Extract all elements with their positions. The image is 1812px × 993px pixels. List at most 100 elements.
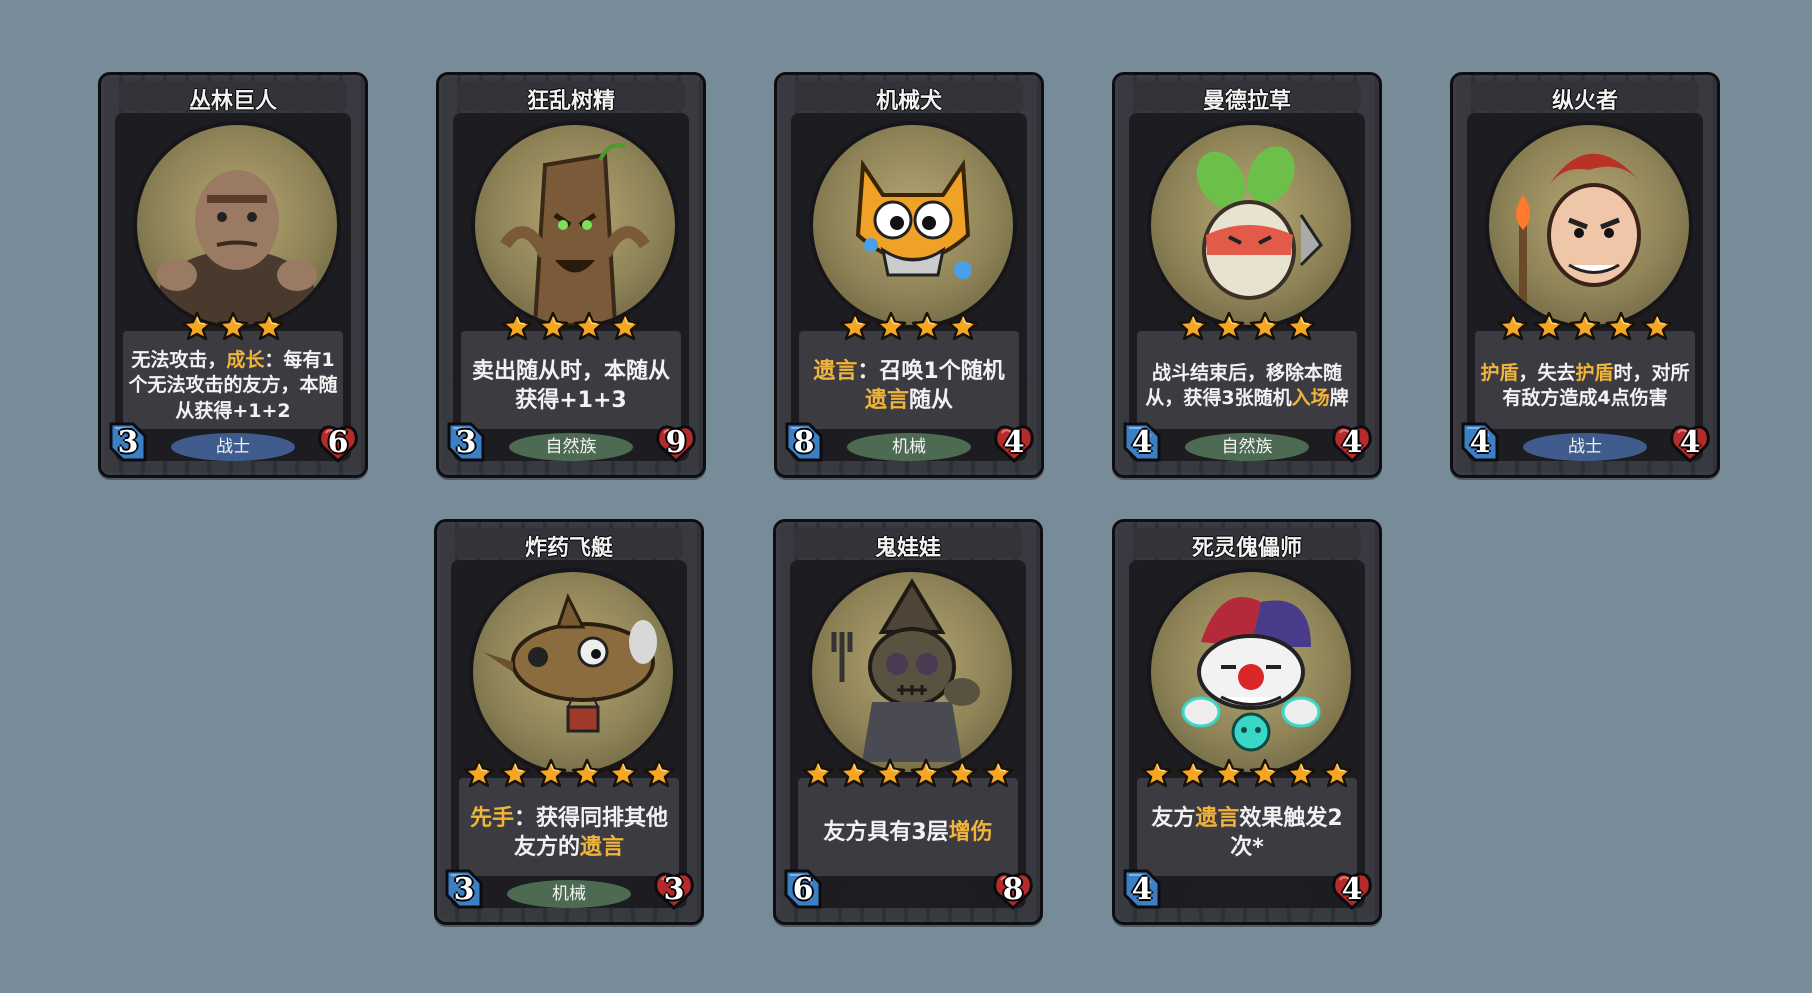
star-rating [1453, 311, 1717, 341]
star-icon [802, 758, 834, 788]
jungle-giant-portrait [133, 121, 341, 329]
keyword-text: 成长 [226, 349, 265, 372]
star-icon [874, 758, 906, 788]
card-name: 狂乱树精 [526, 89, 615, 114]
star-icon [1177, 311, 1209, 341]
minion-card-necro-puppeteer[interactable]: 死灵傀儡师 友方遗言效果触发2次* 4 4 [1112, 519, 1382, 925]
attack-stat: 4 [1121, 867, 1163, 911]
health-stat: 6 [317, 420, 359, 464]
star-icon [571, 758, 603, 788]
voodoo-doll-portrait [808, 568, 1016, 776]
mandrake-portrait [1147, 121, 1355, 329]
star-icon [1497, 311, 1529, 341]
card-description: 战斗结束后，移除本随从，获得3张随机入场牌 [1141, 343, 1353, 429]
minion-card-mech-dog[interactable]: 机械犬 遗言：召唤1个随机遗言随从 机械 8 4 [774, 72, 1044, 478]
keyword-text: 护盾 [1575, 361, 1614, 384]
star-rating [437, 758, 701, 788]
health-value: 4 [1003, 425, 1025, 460]
minion-card-treant[interactable]: 狂乱树精 卖出随从时，本随从获得+1+3 自然族 3 9 [436, 72, 706, 478]
star-icon [838, 758, 870, 788]
tribe-badge [846, 880, 970, 908]
attack-stat: 4 [1121, 420, 1163, 464]
attack-value: 4 [1131, 872, 1153, 907]
keyword-text: 增伤 [948, 820, 993, 846]
star-icon [607, 758, 639, 788]
star-icon [1285, 758, 1317, 788]
attack-stat: 8 [783, 420, 825, 464]
health-value: 3 [663, 872, 685, 907]
description-text: 随从 [909, 388, 954, 413]
star-icon [463, 758, 495, 788]
minion-card-voodoo-doll[interactable]: 鬼娃娃 友方具有3层增伤 6 8 [773, 519, 1043, 925]
star-icon [643, 758, 675, 788]
card-name: 曼德拉草 [1202, 89, 1291, 114]
description-text: 无法攻击， [131, 349, 227, 372]
card-name: 纵火者 [1551, 89, 1618, 114]
attack-value: 3 [455, 425, 477, 460]
keyword-text: 入场 [1291, 387, 1330, 409]
mech-dog-portrait [809, 121, 1017, 329]
description-text: ：召唤1个随机 [857, 358, 1005, 384]
star-icon [217, 311, 249, 341]
description-text: 牌 [1329, 387, 1349, 409]
minion-card-arsonist[interactable]: 纵火者 护盾，失去护盾时，对所有敌方造成4点伤害 战士 4 4 [1450, 72, 1720, 478]
star-icon [1249, 311, 1281, 341]
health-stat: 4 [1331, 420, 1373, 464]
treant-portrait [471, 121, 679, 329]
health-stat: 4 [1669, 420, 1711, 464]
tribe-badge [1185, 880, 1309, 908]
star-icon [982, 758, 1014, 788]
attack-value: 8 [793, 425, 815, 460]
attack-value: 4 [1131, 425, 1153, 460]
tribe-badge: 战士 [1523, 433, 1647, 461]
keyword-text: 护盾 [1480, 361, 1519, 384]
star-rating [777, 311, 1041, 341]
card-description: 无法攻击，成长：每有1个无法攻击的友方，本随从获得+1+2 [127, 343, 339, 429]
keyword-text: 遗言 [813, 358, 858, 384]
description-text: 友方具有3层 [823, 820, 949, 846]
star-icon [1249, 758, 1281, 788]
attack-stat: 3 [107, 420, 149, 464]
blimp-portrait [469, 568, 677, 776]
star-icon [1569, 311, 1601, 341]
card-description: 先手：获得同排其他友方的遗言 [463, 790, 675, 876]
card-description: 卖出随从时，本随从获得+1+3 [465, 343, 677, 429]
attack-stat: 4 [1459, 420, 1501, 464]
health-value: 4 [1679, 425, 1701, 460]
star-icon [1605, 311, 1637, 341]
description-text: ，失去 [1518, 361, 1576, 384]
card-name: 机械犬 [875, 89, 942, 114]
minion-card-mandrake[interactable]: 曼德拉草 战斗结束后，移除本随从，获得3张随机入场牌 自然族 4 4 [1112, 72, 1382, 478]
star-rating [1115, 758, 1379, 788]
star-icon [181, 311, 213, 341]
minion-card-blimp[interactable]: 炸药飞艇 先手：获得同排其他友方的遗言 机械 3 3 [434, 519, 704, 925]
arsonist-portrait [1485, 121, 1693, 329]
attack-stat: 3 [443, 867, 485, 911]
star-icon [1641, 311, 1673, 341]
tribe-badge: 自然族 [1185, 433, 1309, 461]
health-value: 8 [1002, 872, 1024, 907]
tribe-badge: 机械 [847, 433, 971, 461]
star-icon [1213, 311, 1245, 341]
star-icon [839, 311, 871, 341]
health-value: 4 [1341, 872, 1363, 907]
tribe-badge: 机械 [507, 880, 631, 908]
health-stat: 9 [655, 420, 697, 464]
star-icon [1533, 311, 1565, 341]
attack-value: 6 [792, 872, 814, 907]
star-icon [910, 758, 942, 788]
health-value: 4 [1341, 425, 1363, 460]
star-icon [911, 311, 943, 341]
card-name: 死灵傀儡师 [1191, 536, 1302, 561]
card-description: 遗言：召唤1个随机遗言随从 [803, 343, 1015, 429]
star-rating [439, 311, 703, 341]
card-description: 友方具有3层增伤 [802, 790, 1014, 876]
star-icon [609, 311, 641, 341]
minion-card-jungle-giant[interactable]: 丛林巨人 无法攻击，成长：每有1个无法攻击的友方，本随从获得+1+2 战士 3 … [98, 72, 368, 478]
card-name: 炸药飞艇 [524, 536, 613, 561]
description-text: 卖出随从时，本随从获得+1+3 [471, 358, 670, 413]
star-rating [1115, 311, 1379, 341]
keyword-text: 遗言 [580, 835, 625, 860]
star-icon [535, 758, 567, 788]
health-stat: 4 [1331, 867, 1373, 911]
